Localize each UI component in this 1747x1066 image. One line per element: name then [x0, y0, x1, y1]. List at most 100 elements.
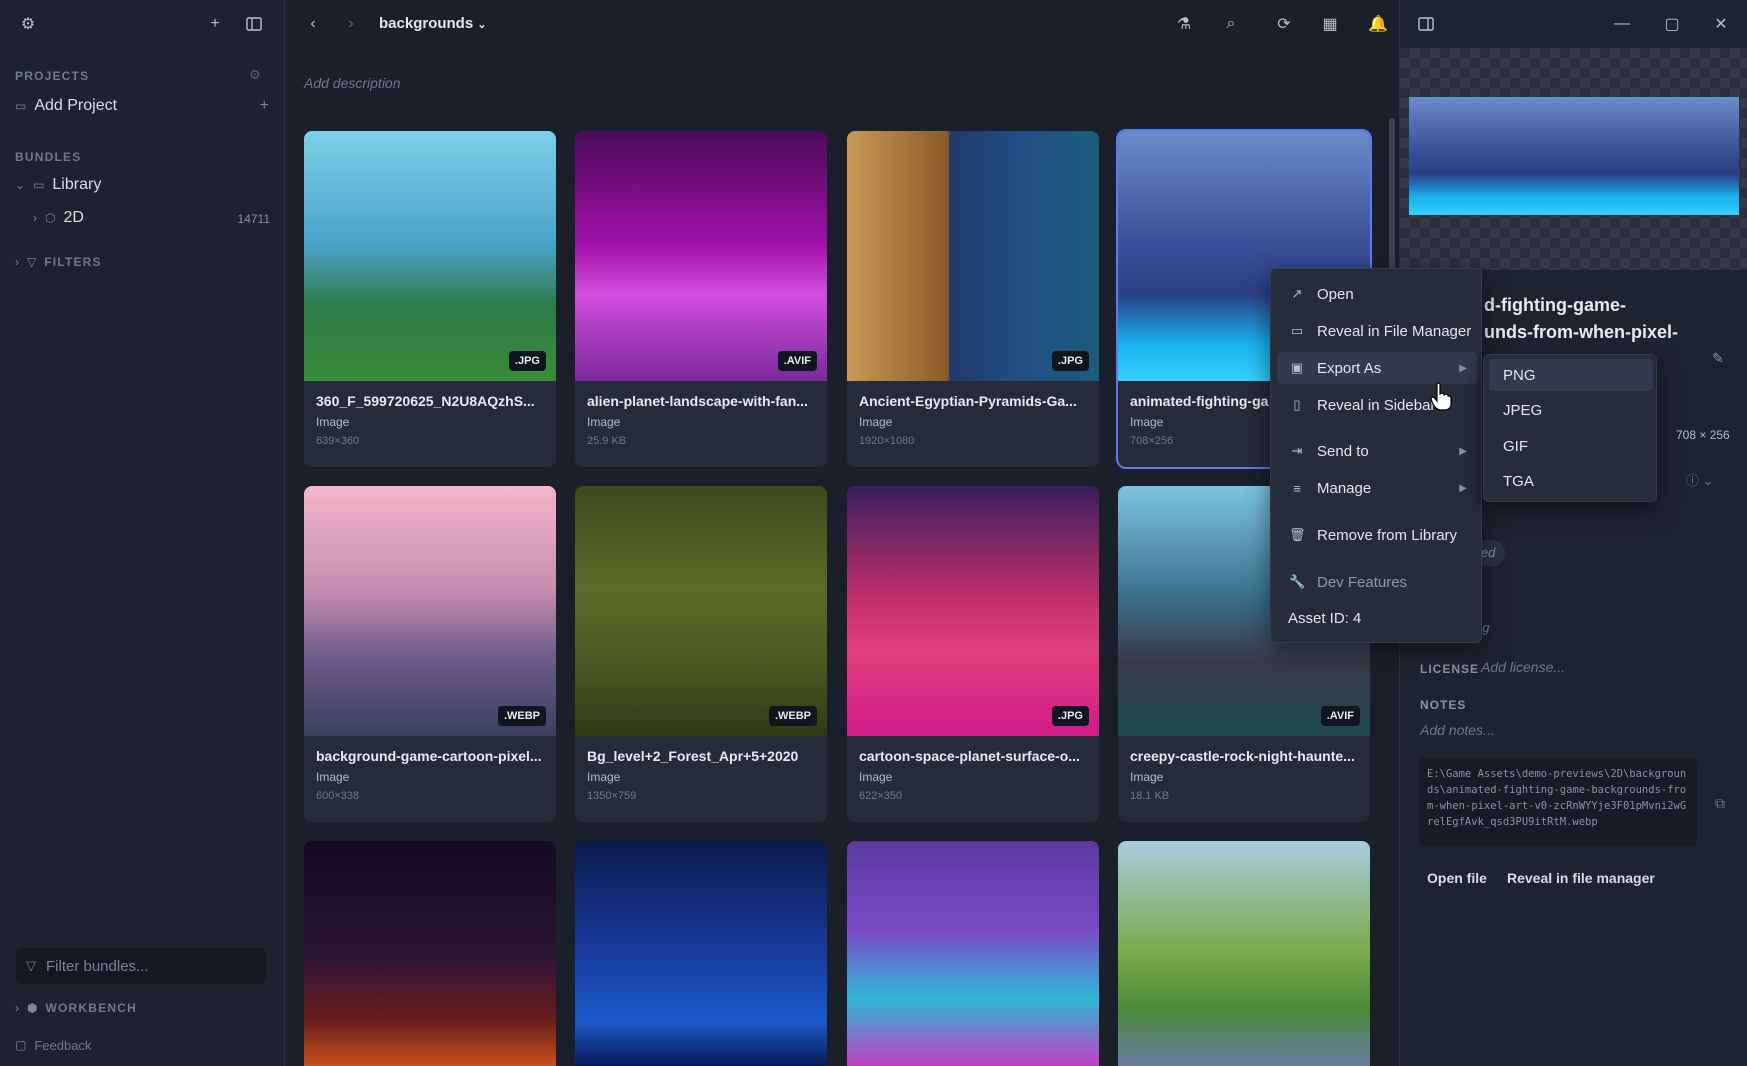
chevron-right-icon[interactable]: ›: [33, 211, 37, 225]
app-window: ⚙ + PROJECTS ⚙ ▭ Add Project + BUNDLES ⌄…: [0, 0, 1747, 1066]
chevron-right-icon: ›: [15, 255, 19, 269]
breadcrumb[interactable]: backgrounds ⌄: [379, 15, 487, 32]
license-input[interactable]: Add license...: [1481, 659, 1565, 675]
asset-type: Image: [1130, 770, 1164, 784]
filter-icon: ▽: [26, 958, 36, 973]
menu-item-remove[interactable]: 🗑 Remove from Library: [1277, 519, 1477, 551]
asset-thumbnail: [847, 841, 1099, 1066]
projects-settings-icon[interactable]: ⚙: [249, 67, 261, 83]
panel-toggle-icon[interactable]: [1416, 14, 1436, 34]
add-project-plus-icon[interactable]: +: [260, 97, 269, 115]
format-badge: .JPG: [1051, 706, 1089, 726]
asset-meta: 639×360: [316, 435, 360, 447]
asset-meta: 622×350: [859, 790, 903, 802]
menu-item-send-to[interactable]: ⇥ Send to ▶: [1277, 435, 1477, 467]
filter-bundles-input[interactable]: ▽ Filter bundles...: [16, 948, 266, 984]
sidebar-item-library[interactable]: ⌄ ▭ Library: [15, 171, 269, 199]
asset-type: Image: [316, 770, 350, 784]
preview-image: [1409, 97, 1739, 215]
back-arrow-icon[interactable]: ‹: [303, 14, 323, 34]
menu-item-dev-features[interactable]: 🔧 Dev Features: [1277, 566, 1477, 598]
chat-icon: ▢: [15, 1038, 27, 1052]
format-badge: .AVIF: [1320, 706, 1360, 726]
add-project-label: Add Project: [34, 97, 118, 114]
wrench-icon: 🔧: [1289, 574, 1306, 589]
chevron-down-icon[interactable]: ⌄: [15, 178, 25, 192]
send-icon: ⇥: [1291, 443, 1303, 458]
asset-meta: 18.1 KB: [1130, 790, 1170, 802]
sidebar-item-2d[interactable]: › ⬡ 2D: [33, 204, 269, 232]
menu-label: Manage: [1317, 479, 1372, 497]
asset-card[interactable]: .AVIF alien-planet-landscape-with-fan...…: [575, 131, 827, 467]
sliders-icon: ≡: [1293, 480, 1301, 496]
sidebar: ⚙ + PROJECTS ⚙ ▭ Add Project + BUNDLES ⌄…: [0, 0, 285, 1066]
asset-card[interactable]: .JPG cartoon-space-planet-surface-o... I…: [847, 486, 1099, 822]
forward-arrow-icon[interactable]: ›: [341, 14, 361, 34]
asset-type: Image: [316, 415, 350, 429]
filters-section[interactable]: › ▽ FILTERS: [15, 248, 269, 276]
asset-thumbnail: [575, 841, 827, 1066]
menu-item-export-as[interactable]: ▣ Export As ▶: [1277, 352, 1477, 384]
asset-title: 360_F_599720625_N2U8AQzhS...: [316, 393, 535, 409]
settings-gear-icon[interactable]: ⚙: [18, 14, 38, 34]
export-gif[interactable]: GIF: [1489, 430, 1653, 462]
grid-view-icon[interactable]: ▦: [1320, 14, 1340, 34]
search-icon[interactable]: ⌕: [1221, 14, 1241, 34]
asset-card[interactable]: .WEBP Bg_level+2_Forest_Apr+5+2020 Image…: [575, 486, 827, 822]
feedback-label: Feedback: [34, 1037, 92, 1053]
external-link-icon: ↗: [1291, 286, 1303, 301]
add-description[interactable]: Add description: [304, 75, 401, 91]
context-menu: ↗ Open ▭ Reveal in File Manager ▣ Export As…: [1270, 268, 1482, 643]
close-icon[interactable]: ✕: [1711, 14, 1731, 34]
flask-icon[interactable]: ⚗: [1174, 14, 1194, 34]
menu-label: Reveal in Sidebar: [1317, 396, 1436, 414]
notes-input[interactable]: Add notes...: [1420, 722, 1495, 738]
asset-dimensions: 708 × 256: [1676, 428, 1730, 442]
info-icon[interactable]: ⓘ ⌄: [1686, 470, 1714, 489]
main-toolbar: ‹ › backgrounds ⌄ ⚗ ⌕ ⟳ ▦ 🔔: [286, 0, 1398, 48]
format-badge: .AVIF: [777, 351, 817, 371]
breadcrumb-label: backgrounds: [379, 15, 474, 32]
refresh-icon[interactable]: ⟳: [1274, 14, 1294, 34]
export-png[interactable]: PNG: [1489, 359, 1653, 391]
asset-card[interactable]: [575, 841, 827, 1066]
trash-icon: 🗑: [1289, 527, 1306, 542]
sidebar-toggle-icon[interactable]: [244, 14, 264, 34]
sidebar-icon: ▯: [1293, 397, 1301, 412]
asset-card[interactable]: [304, 841, 556, 1066]
menu-item-reveal-file-manager[interactable]: ▭ Reveal in File Manager: [1277, 315, 1477, 347]
asset-card[interactable]: .JPG 360_F_599720625_N2U8AQzhS... Image …: [304, 131, 556, 467]
asset-type: Image: [1130, 415, 1164, 429]
asset-thumbnail: [847, 486, 1099, 736]
add-icon[interactable]: +: [205, 14, 225, 34]
edit-pencil-icon[interactable]: ✎: [1712, 350, 1724, 367]
asset-title: alien-planet-landscape-with-fan...: [587, 393, 808, 409]
feedback-link[interactable]: ▢ Feedback: [15, 1031, 269, 1059]
copy-icon[interactable]: ⧉: [1715, 795, 1725, 812]
asset-card[interactable]: [1118, 841, 1370, 1066]
menu-item-open[interactable]: ↗ Open: [1277, 278, 1477, 310]
reveal-in-file-manager-button[interactable]: Reveal in file manager: [1507, 870, 1655, 886]
format-badge: .WEBP: [497, 706, 546, 726]
asset-card[interactable]: .WEBP background-game-cartoon-pixel... I…: [304, 486, 556, 822]
menu-item-manage[interactable]: ≡ Manage ▶: [1277, 472, 1477, 504]
asset-card[interactable]: [847, 841, 1099, 1066]
workbench-section[interactable]: › ⬢ WORKBENCH: [15, 994, 269, 1022]
asset-thumbnail: [304, 486, 556, 736]
add-project-item[interactable]: ▭ Add Project +: [15, 92, 269, 120]
asset-card[interactable]: .JPG Ancient-Egyptian-Pyramids-Ga... Ima…: [847, 131, 1099, 467]
maximize-icon[interactable]: ▢: [1662, 14, 1682, 34]
chevron-right-icon: ›: [15, 1001, 19, 1015]
bundle-2d-count: 14711: [237, 212, 270, 226]
export-jpeg[interactable]: JPEG: [1489, 394, 1653, 426]
asset-type: Image: [587, 415, 621, 429]
open-file-button[interactable]: Open file: [1427, 870, 1487, 886]
folder-icon: ▭: [1290, 323, 1304, 338]
export-tga[interactable]: TGA: [1489, 465, 1653, 497]
notes-label: NOTES: [1420, 698, 1467, 712]
asset-title: creepy-castle-rock-night-haunte...: [1130, 748, 1355, 764]
menu-label: Send to: [1317, 442, 1369, 460]
bell-icon[interactable]: 🔔: [1368, 14, 1388, 34]
minimize-icon[interactable]: —: [1612, 14, 1632, 34]
asset-meta: 1350×759: [587, 790, 637, 802]
